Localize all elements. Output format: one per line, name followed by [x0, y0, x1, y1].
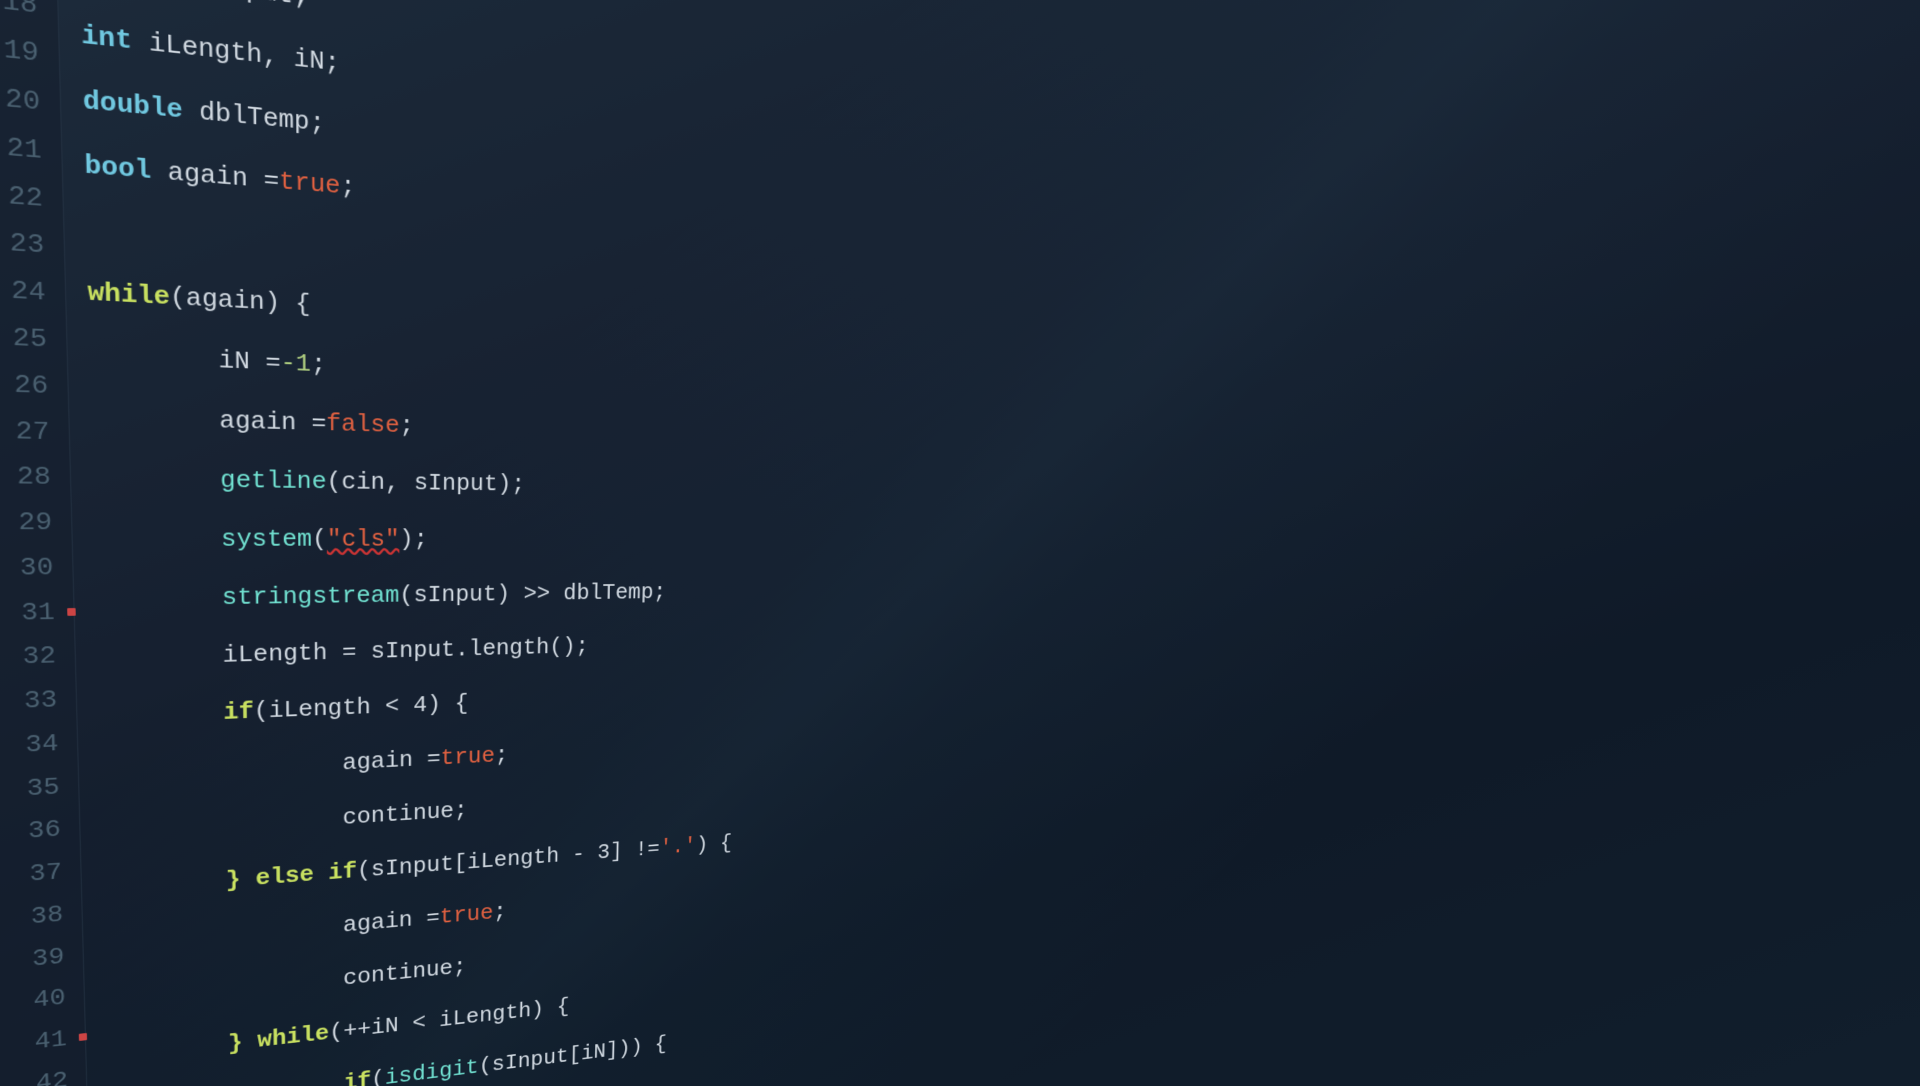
code-line-26: system("cls"); — [93, 509, 926, 569]
line-number-28: 28 — [0, 453, 71, 500]
line-number-34: 34 — [0, 721, 78, 769]
token-int-keyword: int — [80, 3, 132, 74]
line-number-36: 36 — [0, 807, 80, 856]
line-number-24: 24 — [0, 264, 66, 317]
token-bool-keyword: bool — [84, 133, 152, 202]
line-number-23: 23 — [0, 216, 64, 270]
code-content: string sInput; int iLength, iN; double d… — [56, 0, 962, 1086]
line-number-27: 27 — [0, 406, 69, 454]
token-double-keyword: double — [82, 68, 183, 142]
code-panel: 17 18 19 20 21 22 23 24 25 26 27 28 29 3… — [0, 0, 963, 1086]
line-number-32: 32 — [0, 634, 75, 681]
line-number-21: 21 — [0, 119, 62, 176]
editor-container: 17 18 19 20 21 22 23 24 25 26 27 28 29 3… — [0, 0, 1920, 1086]
line-number-22: 22 — [0, 168, 63, 224]
line-number-31: 31 — [0, 589, 74, 635]
line-number-26: 26 — [0, 359, 68, 409]
line-number-33: 33 — [0, 677, 76, 724]
line-number-29: 29 — [0, 499, 72, 545]
token-while-keyword: while — [87, 261, 171, 328]
line-number-25: 25 — [0, 312, 67, 363]
line-number-35: 35 — [0, 764, 79, 813]
line-number-20: 20 — [0, 69, 61, 128]
line-number-30: 30 — [0, 545, 73, 591]
